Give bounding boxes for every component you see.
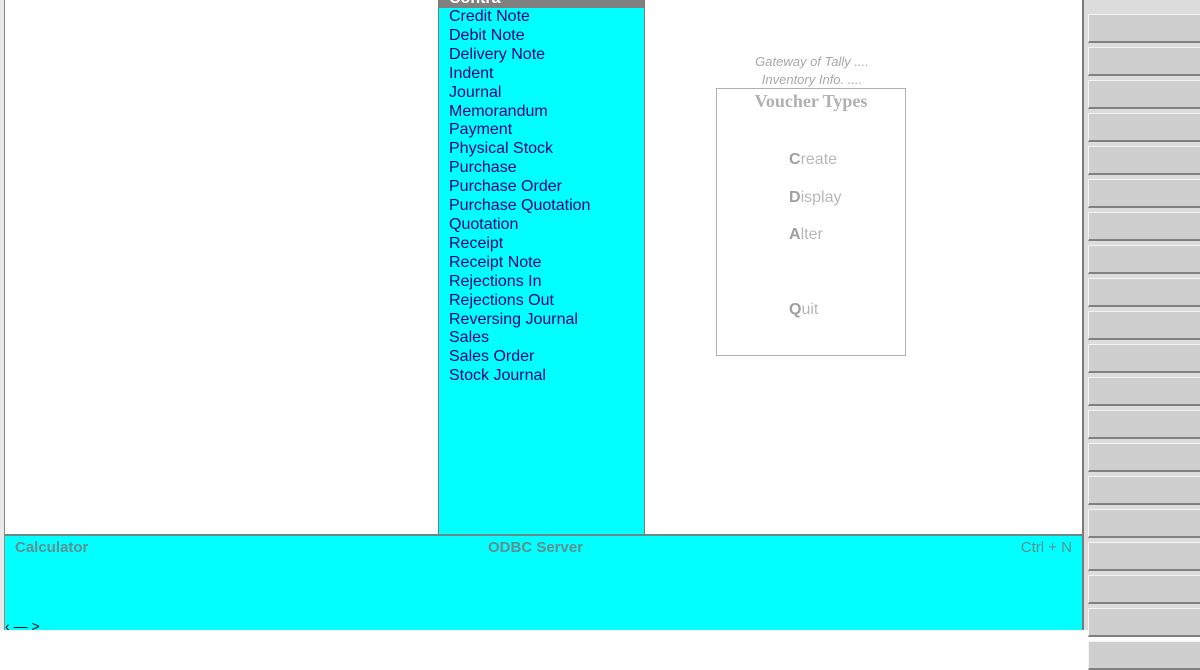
- breadcrumb-inventory-info: Inventory Info. ....: [761, 72, 863, 87]
- voucher-list-item[interactable]: Purchase Order: [449, 178, 590, 197]
- voucher-types-menu: Voucher Types Create Display Alter Quit: [716, 88, 906, 356]
- side-button[interactable]: [1088, 311, 1200, 340]
- side-button[interactable]: [1088, 344, 1200, 373]
- breadcrumb-gateway: Gateway of Tally ....: [755, 54, 869, 69]
- side-button[interactable]: [1088, 575, 1200, 604]
- voucher-list-item[interactable]: Sales Order: [449, 348, 590, 367]
- voucher-list-item[interactable]: Quotation: [449, 216, 590, 235]
- side-button[interactable]: [1088, 146, 1200, 175]
- side-button[interactable]: [1088, 212, 1200, 241]
- menu-item-alter[interactable]: Alter: [789, 226, 823, 244]
- side-button[interactable]: [1088, 179, 1200, 208]
- voucher-list-item[interactable]: Sales: [449, 329, 590, 348]
- side-button[interactable]: [1088, 47, 1200, 76]
- voucher-list-item[interactable]: Receipt Note: [449, 254, 590, 273]
- side-button[interactable]: [1088, 113, 1200, 142]
- quit-hotkey: Q: [789, 301, 802, 318]
- voucher-list-items: Credit Note Debit Note Delivery Note Indent…: [449, 8, 590, 386]
- side-button[interactable]: [1088, 377, 1200, 406]
- side-button[interactable]: [1088, 14, 1200, 43]
- side-button[interactable]: [1088, 278, 1200, 307]
- side-button[interactable]: [1088, 410, 1200, 439]
- menu-title: Voucher Types: [754, 91, 868, 111]
- voucher-list-selected-item[interactable]: Contra: [439, 0, 644, 8]
- side-button[interactable]: [1088, 641, 1200, 670]
- voucher-list-item[interactable]: Journal: [449, 84, 590, 103]
- side-button[interactable]: [1088, 80, 1200, 109]
- side-button[interactable]: [1088, 542, 1200, 571]
- menu-item-display[interactable]: Display: [789, 189, 841, 207]
- voucher-list-item[interactable]: Physical Stock: [449, 140, 590, 159]
- side-button[interactable]: [1088, 509, 1200, 538]
- voucher-list-item[interactable]: Credit Note: [449, 8, 590, 27]
- voucher-list-item[interactable]: Reversing Journal: [449, 311, 590, 330]
- side-button[interactable]: [1088, 245, 1200, 274]
- voucher-list-item[interactable]: Rejections Out: [449, 292, 590, 311]
- voucher-type-list[interactable]: Contra Credit NoteDebit NoteDelivery Not…: [438, 0, 645, 534]
- calculator-label: Calculator: [15, 539, 89, 556]
- voucher-list-item[interactable]: Stock Journal: [449, 367, 590, 386]
- voucher-list-item[interactable]: Receipt: [449, 235, 590, 254]
- side-button[interactable]: [1088, 608, 1200, 637]
- display-hotkey: D: [789, 189, 801, 206]
- create-label: reate: [800, 151, 838, 168]
- side-button[interactable]: [1088, 476, 1200, 505]
- right-button-bar: [1082, 0, 1200, 670]
- create-hotkey: C: [789, 151, 801, 168]
- ctrl-n-shortcut-label: Ctrl + N: [1020, 539, 1072, 556]
- voucher-list-item[interactable]: Indent: [449, 65, 590, 84]
- voucher-list-item[interactable]: Debit Note: [449, 27, 590, 46]
- voucher-list-item[interactable]: Rejections In: [449, 273, 590, 292]
- quit-label: uit: [801, 301, 819, 318]
- voucher-list-item[interactable]: Payment: [449, 121, 590, 140]
- menu-item-create[interactable]: Create: [789, 151, 837, 169]
- display-label: isplay: [800, 189, 842, 206]
- voucher-list-item[interactable]: Memorandum: [449, 103, 590, 122]
- voucher-list-item[interactable]: Purchase Quotation: [449, 197, 590, 216]
- alter-label: lter: [800, 226, 823, 243]
- voucher-list-item[interactable]: Purchase: [449, 159, 590, 178]
- side-button[interactable]: [1088, 443, 1200, 472]
- voucher-list-item[interactable]: Delivery Note: [449, 46, 590, 65]
- calculator-panel[interactable]: Calculator ODBC Server Ctrl + N ‹ — >: [5, 534, 1082, 634]
- odbc-server-label: ODBC Server: [488, 539, 584, 556]
- menu-item-quit[interactable]: Quit: [789, 301, 818, 319]
- calculator-prompt: ‹ — >: [5, 618, 40, 634]
- alter-hotkey: A: [789, 226, 801, 243]
